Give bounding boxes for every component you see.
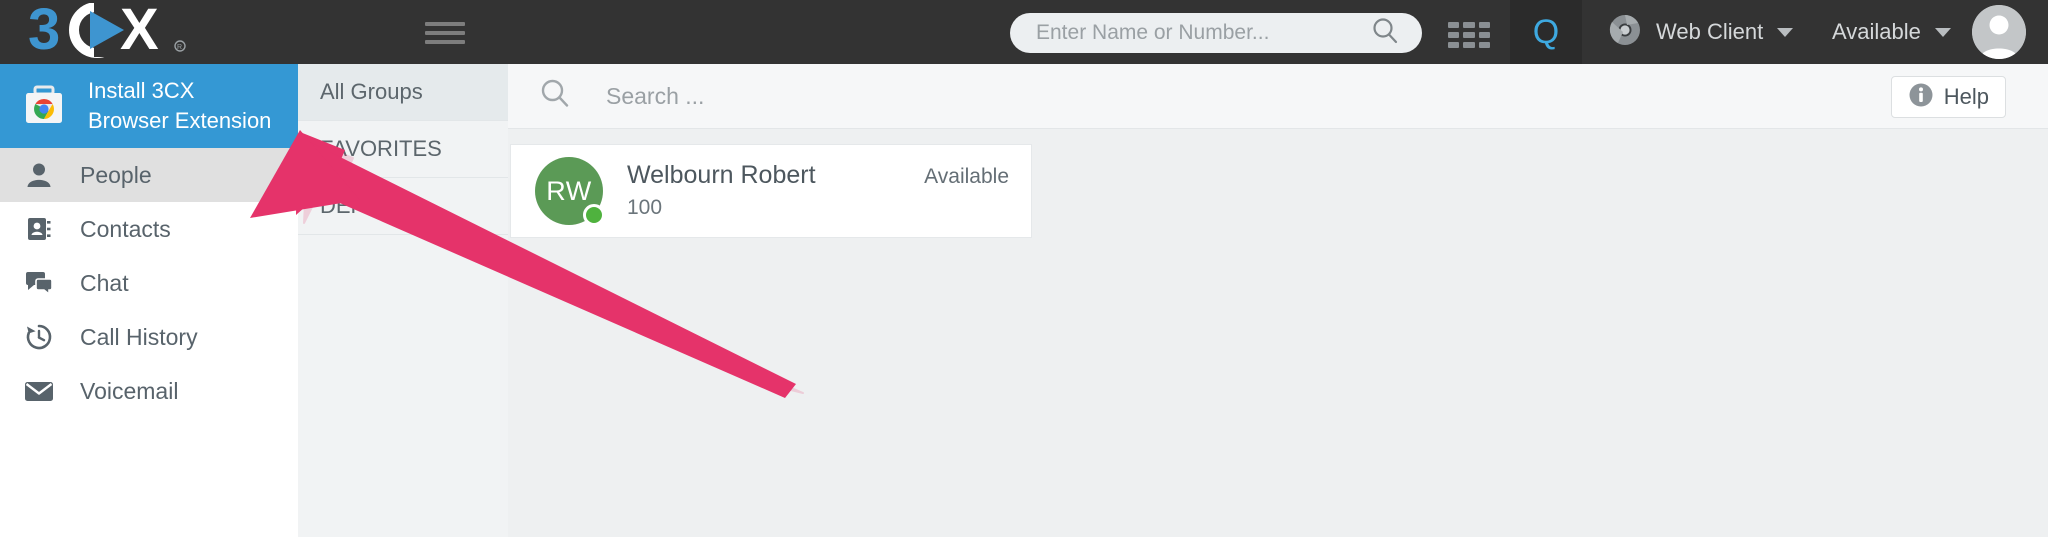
chrome-web-store-icon — [22, 84, 66, 128]
help-button[interactable]: Help — [1890, 76, 2006, 118]
global-search-box[interactable] — [1010, 13, 1422, 53]
help-button-label: Help — [1943, 84, 1989, 109]
hamburger-bar — [425, 40, 465, 44]
logo-3cx[interactable]: 3 X R — [28, 2, 198, 60]
contact-name: Welbourn Robert — [627, 161, 816, 189]
contacts-search-input[interactable] — [604, 81, 1408, 111]
groups-column: All Groups FAVORITES DEFAULT — [298, 64, 509, 537]
sidebar-item-label: Call History — [80, 323, 198, 350]
envelope-icon — [20, 379, 58, 403]
avatar[interactable] — [1972, 5, 2026, 59]
group-item-all-groups[interactable]: All Groups — [298, 64, 508, 121]
main-content: Help RW Welbourn Robert 100 Available — [508, 64, 2048, 537]
sidebar-item-label: People — [80, 161, 152, 188]
search-icon — [1370, 16, 1400, 51]
chrome-icon — [1608, 13, 1642, 52]
sidebar-item-label: Contacts — [80, 215, 171, 242]
group-item-favorites[interactable]: FAVORITES — [298, 121, 508, 178]
sidebar-item-label: Chat — [80, 269, 129, 296]
presence-status-dot — [583, 204, 605, 226]
sidebar-item-people[interactable]: People — [0, 148, 298, 202]
contact-text: Welbourn Robert 100 — [627, 158, 816, 224]
sidebar-item-voicemail[interactable]: Voicemail — [0, 364, 298, 418]
sidebar-item-call-history[interactable]: Call History — [0, 310, 298, 364]
top-bar: 3 X R Enter Name or Number... Q Web Clie… — [0, 0, 2048, 64]
hamburger-menu-icon[interactable] — [425, 22, 465, 44]
contacts-search-bar: Help — [508, 64, 2048, 129]
contact-status: Available — [924, 165, 1009, 188]
clock-history-icon — [20, 322, 58, 352]
group-item-label: All Groups — [320, 79, 423, 104]
chat-bubbles-icon — [20, 269, 58, 297]
presence-selector-label: Available — [1832, 19, 1921, 44]
search-icon — [538, 77, 572, 116]
presence-selector[interactable]: Available — [1832, 0, 1951, 64]
info-icon — [1908, 82, 1934, 113]
svg-text:R: R — [177, 44, 182, 51]
client-selector-label: Web Client — [1656, 19, 1764, 44]
svg-text:X: X — [120, 3, 159, 59]
app-root: 3 X R Enter Name or Number... Q Web Clie… — [0, 0, 2048, 537]
sidebar-item-chat[interactable]: Chat — [0, 256, 298, 310]
sidebar-item-label: Voicemail — [80, 377, 179, 404]
contact-avatar: RW — [535, 157, 605, 226]
hamburger-bar — [425, 22, 465, 26]
grid-dialpad-icon[interactable] — [1448, 22, 1490, 48]
group-item-label: DEFAULT — [320, 193, 418, 218]
install-3cx-browser-extension-banner[interactable]: Install 3CX Browser Extension — [0, 64, 298, 148]
address-book-icon — [20, 215, 58, 243]
install-banner-label: Install 3CX Browser Extension — [88, 78, 272, 133]
sidebar: Install 3CX Browser Extension People Con… — [0, 64, 298, 537]
group-item-default[interactable]: DEFAULT — [298, 178, 508, 235]
quick-panel-label: Q — [1532, 13, 1560, 51]
contact-extension: 100 — [627, 196, 663, 219]
sidebar-item-contacts[interactable]: Contacts — [0, 202, 298, 256]
global-search-input[interactable] — [1034, 20, 1370, 46]
chevron-down-icon — [1777, 27, 1794, 37]
contact-initials: RW — [546, 175, 592, 206]
group-item-label: FAVORITES — [320, 136, 442, 161]
svg-text:3: 3 — [28, 3, 60, 59]
contact-list-item[interactable]: RW Welbourn Robert 100 Available — [510, 144, 1032, 238]
quick-panel-button[interactable]: Q — [1510, 0, 1582, 64]
client-selector[interactable]: Web Client — [1608, 0, 1794, 64]
hamburger-bar — [425, 31, 465, 35]
person-icon — [20, 161, 58, 189]
chevron-down-icon — [1934, 27, 1951, 37]
